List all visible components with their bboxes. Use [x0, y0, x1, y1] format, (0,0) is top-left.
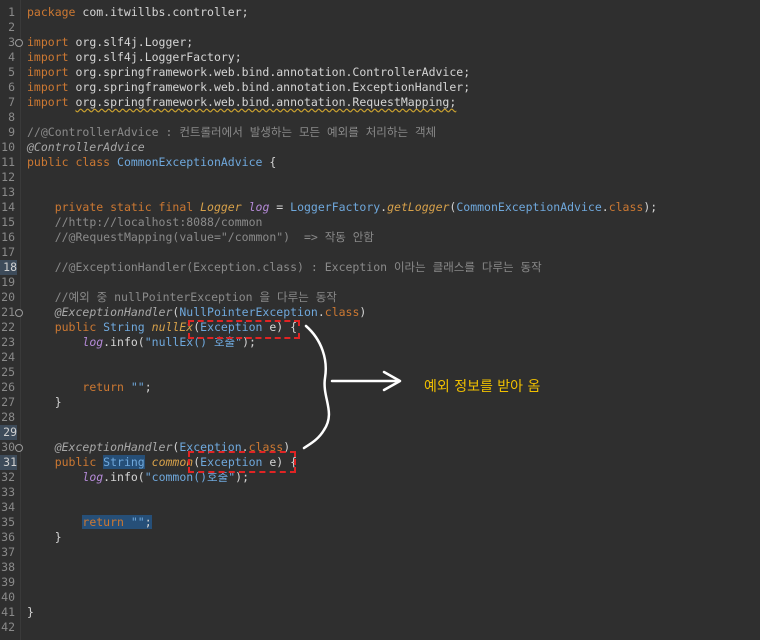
annotation-arrow — [302, 324, 402, 450]
annotation-label: 예외 정보를 받아 옴 — [424, 379, 541, 395]
brace-curve — [302, 324, 331, 450]
code-editor[interactable]: 1 package com.itwillbs.controller; 2 3 impor… — [0, 0, 760, 640]
